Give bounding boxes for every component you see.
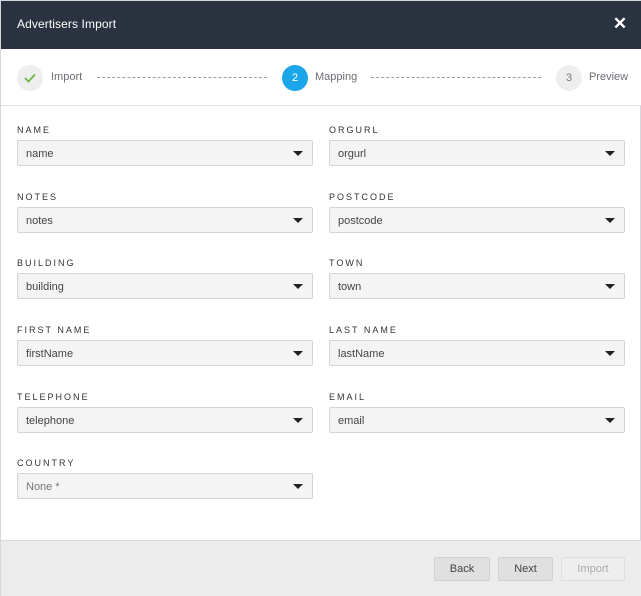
caret-down-icon (293, 151, 303, 156)
orgurl-select[interactable]: orgurl (329, 140, 625, 166)
last-name-select[interactable]: lastName (329, 340, 625, 366)
step-preview-number: 3 (556, 65, 582, 91)
select-value: lastName (338, 348, 385, 360)
next-button[interactable]: Next (498, 557, 553, 581)
notes-select[interactable]: notes (17, 207, 313, 233)
building-label: BUILDING (17, 258, 76, 268)
first-name-label: FIRST NAME (17, 325, 92, 335)
caret-down-icon (293, 284, 303, 289)
step-mapping-label: Mapping (315, 71, 358, 83)
caret-down-icon (605, 284, 615, 289)
name-label: NAME (17, 125, 52, 135)
email-label: EMAIL (329, 392, 367, 402)
select-value: notes (26, 215, 53, 227)
orgurl-label: ORGURL (329, 125, 380, 135)
import-button[interactable]: Import (561, 557, 625, 581)
town-label: TOWN (329, 258, 365, 268)
first-name-select[interactable]: firstName (17, 340, 313, 366)
building-select[interactable]: building (17, 273, 313, 299)
email-select[interactable]: email (329, 407, 625, 433)
close-icon[interactable]: ✕ (612, 14, 628, 34)
town-select[interactable]: town (329, 273, 625, 299)
dialog-footer: Back Next Import (1, 540, 641, 596)
name-select[interactable]: name (17, 140, 313, 166)
step-connector (97, 77, 267, 78)
caret-down-icon (605, 351, 615, 356)
dialog-header: Advertisers Import ✕ (1, 1, 641, 49)
step-preview-label: Preview (589, 71, 629, 83)
select-value: firstName (26, 348, 74, 360)
postcode-select[interactable]: postcode (329, 207, 625, 233)
select-value: building (26, 281, 64, 293)
caret-down-icon (605, 151, 615, 156)
last-name-label: LAST NAME (329, 325, 398, 335)
select-value: postcode (338, 215, 383, 227)
caret-down-icon (605, 218, 615, 223)
select-value: orgurl (338, 148, 367, 160)
step-mapping-number: 2 (282, 65, 308, 91)
select-value: name (26, 148, 54, 160)
caret-down-icon (293, 418, 303, 423)
country-label: COUNTRY (17, 458, 76, 468)
check-icon (17, 65, 43, 91)
select-value: telephone (26, 415, 75, 427)
telephone-label: TELEPHONE (17, 392, 90, 402)
stepper: Import 2 Mapping 3 Preview (1, 49, 641, 106)
caret-down-icon (293, 351, 303, 356)
country-select[interactable]: None * (17, 473, 313, 499)
select-value: None * (26, 481, 60, 493)
dialog-title: Advertisers Import (17, 17, 117, 31)
select-value: town (338, 281, 362, 293)
caret-down-icon (605, 418, 615, 423)
caret-down-icon (293, 484, 303, 489)
caret-down-icon (293, 218, 303, 223)
select-value: email (338, 415, 365, 427)
telephone-select[interactable]: telephone (17, 407, 313, 433)
advertisers-import-dialog: Advertisers Import ✕ Import 2 Mapping 3 … (0, 0, 641, 596)
postcode-label: POSTCODE (329, 192, 396, 202)
step-import-label: Import (51, 71, 83, 83)
notes-label: NOTES (17, 192, 59, 202)
step-connector (371, 77, 541, 78)
back-button[interactable]: Back (434, 557, 490, 581)
